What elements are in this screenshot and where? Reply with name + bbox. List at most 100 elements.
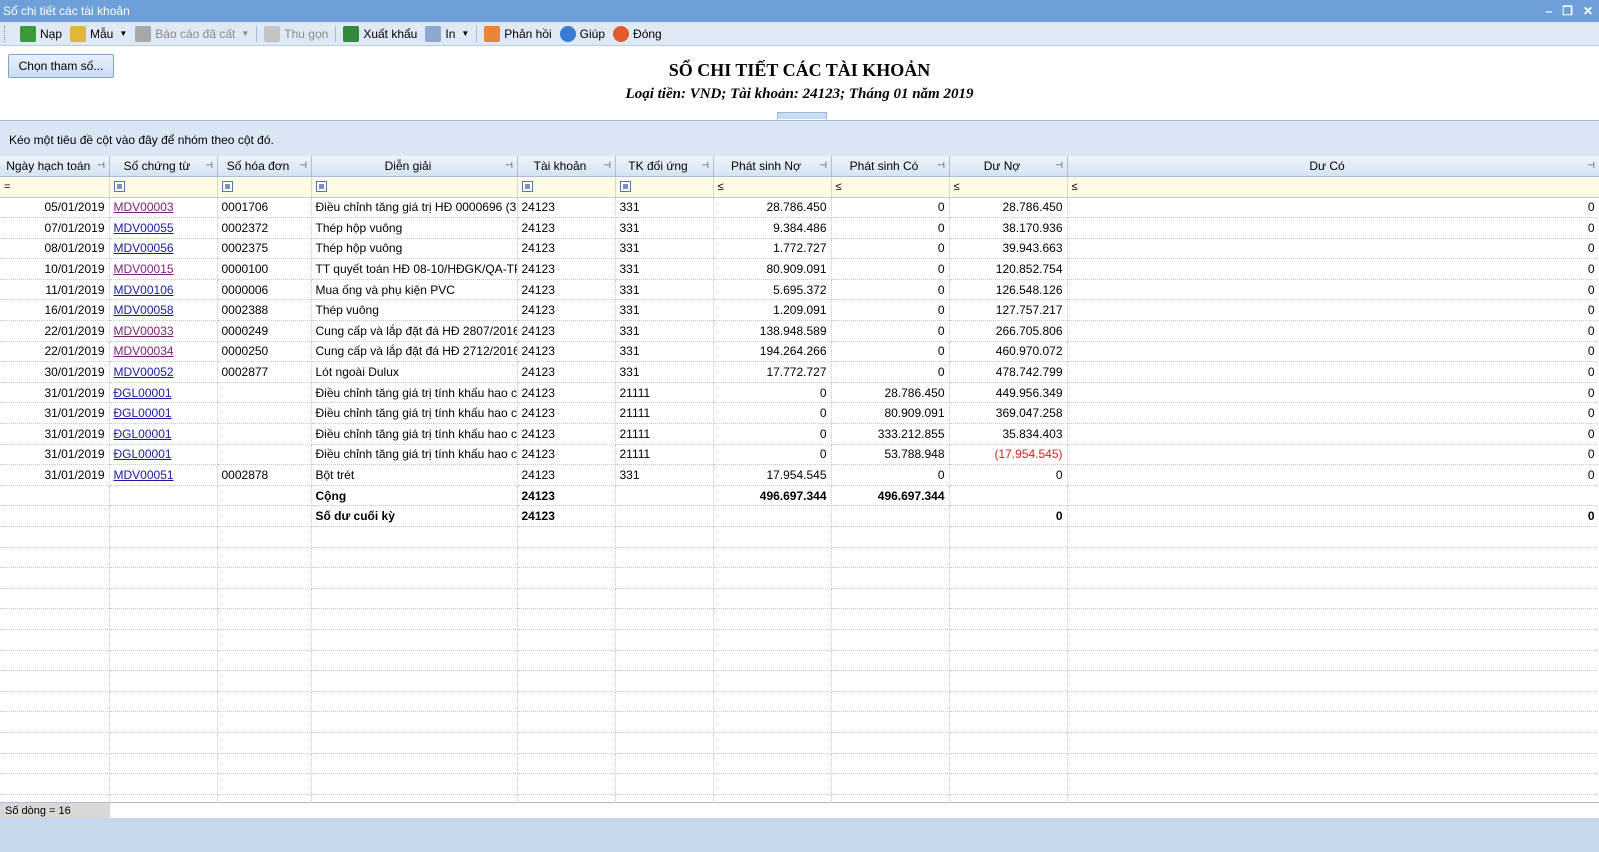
filter-checkbox-icon[interactable] [113,181,125,193]
voucher-link[interactable]: ĐGL00001 [109,444,218,466]
pin-icon[interactable]: ⊣ [505,161,514,170]
group-panel[interactable]: Kéo một tiêu đề cột vào đây để nhóm theo… [0,120,1599,156]
grid-cell: Điều chỉnh tăng giá trị tính khấu hao cú [311,444,518,466]
table-row[interactable]: 07/01/2019 MDV00055 0002372 Thép hộp vuông 2… [0,217,1599,239]
toolbar-grip[interactable] [4,25,8,42]
column-header[interactable]: Ngày hạch toán ⊣ [0,156,110,177]
table-row[interactable]: 31/01/2019 ĐGL00001 Điều chỉnh tăng giá tr… [0,444,1599,466]
table-row[interactable]: 10/01/2019 MDV00015 0000100 TT quyết toán H… [0,258,1599,280]
voucher-link[interactable]: MDV00056 [109,238,218,260]
restore-icon[interactable]: ❐ [1562,0,1573,22]
phan-hoi-button[interactable]: Phản hồi [480,24,555,44]
voucher-link[interactable]: ĐGL00001 [109,423,218,445]
table-row[interactable]: 31/01/2019 ĐGL00001 Điều chỉnh tăng giá tr… [0,382,1599,404]
empty-cell [1067,588,1599,610]
table-row[interactable]: 31/01/2019 ĐGL00001 Điều chỉnh tăng giá tr… [0,423,1599,445]
dong-button[interactable]: Đóng [609,24,666,44]
filter-cell[interactable] [217,176,312,198]
voucher-link[interactable]: MDV00033 [109,320,218,342]
filter-operator[interactable]: ≤ [836,181,842,193]
column-header[interactable]: Dư Nợ ⊣ [949,156,1068,177]
grid-cell: 331 [615,320,714,342]
grid-cell: 0 [831,238,950,260]
voucher-link[interactable]: MDV00052 [109,361,218,383]
table-row[interactable]: 16/01/2019 MDV00058 0002388 Thép vuông 24123… [0,299,1599,322]
filter-cell[interactable] [517,176,616,198]
filter-operator[interactable]: ≤ [1072,181,1078,193]
column-header[interactable]: Số chứng từ ⊣ [109,156,218,177]
voucher-link[interactable]: MDV00106 [109,279,218,301]
column-header[interactable]: Phát sinh Nợ ⊣ [713,156,832,177]
table-row[interactable]: 11/01/2019 MDV00106 0000006 Mua ống và phụ … [0,279,1599,301]
empty-cell [1067,629,1599,651]
filter-checkbox-icon[interactable] [619,181,631,193]
filter-operator[interactable]: ≤ [718,181,724,193]
splitter-handle[interactable] [777,112,827,119]
filter-cell[interactable]: ≤ [831,176,950,198]
filter-cell[interactable] [109,176,218,198]
in-button[interactable]: In ▼ [421,24,473,44]
grid-cell: 24123 [517,197,616,219]
pin-icon[interactable]: ⊣ [299,161,308,170]
pin-icon[interactable]: ⊣ [937,161,946,170]
column-header[interactable]: Dư Có ⊣ [1067,156,1599,177]
pin-icon[interactable]: ⊣ [1587,161,1596,170]
column-header[interactable]: Phát sinh Có ⊣ [831,156,950,177]
filter-cell[interactable]: = [0,176,110,198]
giup-button[interactable]: Giúp [556,24,609,44]
table-row[interactable]: 05/01/2019 MDV00003 0001706 Điều chỉnh tăng… [0,197,1599,219]
bao-cao-da-cat-button[interactable]: Báo cáo đã cất ▼ [131,24,253,44]
filter-operator[interactable]: ≤ [954,181,960,193]
voucher-link[interactable]: MDV00003 [109,197,218,219]
empty-row [0,608,1599,630]
table-row[interactable]: 08/01/2019 MDV00056 0002375 Thép hộp vuông 2… [0,238,1599,260]
table-row[interactable]: 22/01/2019 MDV00034 0000250 Cung cấp và lắp… [0,341,1599,363]
filter-cell[interactable] [615,176,714,198]
column-header[interactable]: Tài khoản ⊣ [517,156,616,177]
table-row[interactable]: 31/01/2019 ĐGL00001 Điều chỉnh tăng giá tr… [0,402,1599,425]
xuat-khau-button[interactable]: Xuất khẩu [339,24,421,44]
filter-cell[interactable] [311,176,518,198]
minimize-icon[interactable]: – [1545,0,1552,22]
column-header[interactable]: Diễn giải ⊣ [311,156,518,177]
filter-checkbox-icon[interactable] [315,181,327,193]
mau-button[interactable]: Mẫu ▼ [66,24,131,44]
report-subtitle: Loại tiền: VND; Tài khoản: 24123; Tháng … [625,86,974,102]
column-header[interactable]: TK đối ứng ⊣ [615,156,714,177]
pin-icon[interactable]: ⊣ [603,161,612,170]
pin-icon[interactable]: ⊣ [205,161,214,170]
voucher-link[interactable]: ĐGL00001 [109,382,218,404]
empty-cell [713,526,832,548]
filter-operator[interactable]: = [4,181,10,193]
filter-cell[interactable]: ≤ [949,176,1068,198]
grid-cell: Điều chỉnh tăng giá trị tính khấu hao cú [311,423,518,445]
voucher-link[interactable]: MDV00051 [109,464,218,486]
voucher-link[interactable]: ĐGL00001 [109,402,218,425]
empty-cell [0,629,110,651]
empty-cell [713,691,832,713]
column-header[interactable]: Số hóa đơn ⊣ [217,156,312,177]
pin-icon[interactable]: ⊣ [819,161,828,170]
empty-cell [217,732,312,754]
filter-checkbox-icon[interactable] [221,181,233,193]
empty-cell [1067,753,1599,775]
table-row[interactable]: 31/01/2019 MDV00051 0002878 Bột trét 24123 33… [0,464,1599,486]
empty-cell [517,670,616,692]
voucher-link[interactable]: MDV00055 [109,217,218,239]
thu-gon-button[interactable]: Thu gọn [260,24,332,44]
filter-cell[interactable]: ≤ [1067,176,1599,198]
filter-checkbox-icon[interactable] [521,181,533,193]
table-row[interactable]: 30/01/2019 MDV00052 0002877 Lót ngoài Dulux… [0,361,1599,383]
pin-icon[interactable]: ⊣ [1055,161,1064,170]
filter-cell[interactable]: ≤ [713,176,832,198]
voucher-link[interactable]: MDV00015 [109,258,218,280]
grid-cell: 0002388 [217,299,312,322]
close-icon[interactable]: ✕ [1583,0,1593,22]
pin-icon[interactable]: ⊣ [97,161,106,170]
voucher-link[interactable]: MDV00034 [109,341,218,363]
empty-cell [949,732,1068,754]
pin-icon[interactable]: ⊣ [701,161,710,170]
table-row[interactable]: 22/01/2019 MDV00033 0000249 Cung cấp và lắp… [0,320,1599,342]
nap-button[interactable]: Nạp [16,24,66,44]
voucher-link[interactable]: MDV00058 [109,299,218,322]
